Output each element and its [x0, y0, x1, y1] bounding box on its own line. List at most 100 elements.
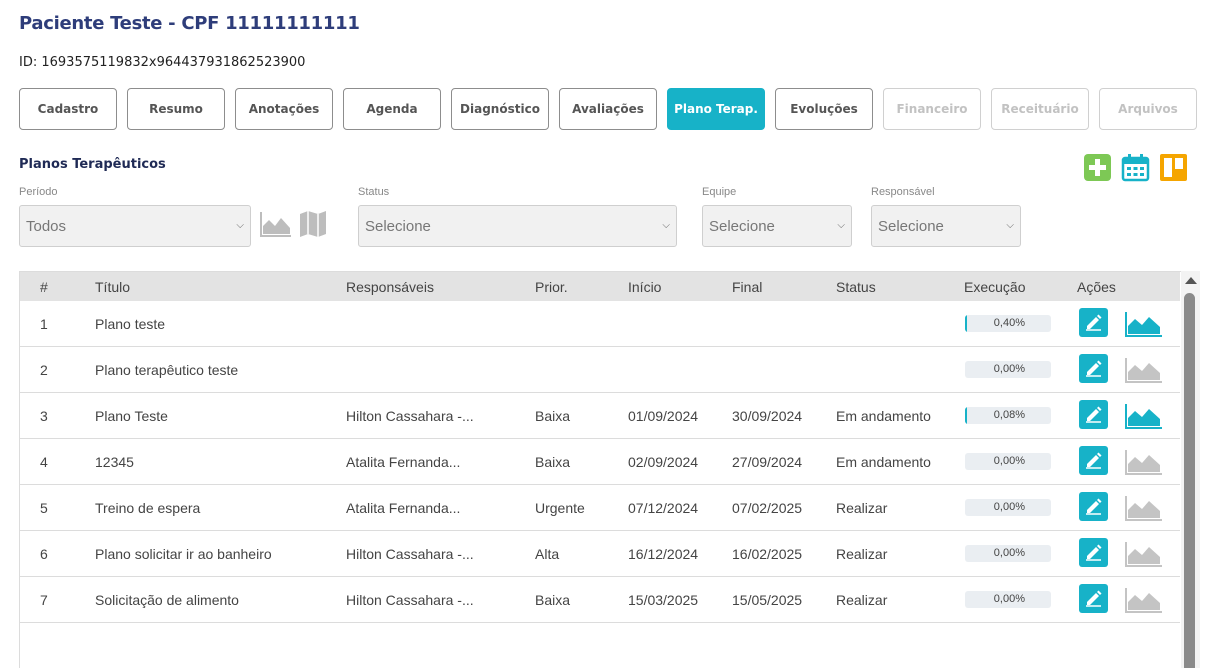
row-number: 5	[40, 500, 48, 516]
tab-cadastro[interactable]: Cadastro	[19, 88, 117, 130]
table-row[interactable]: 4 12345 Atalita Fernanda... Baixa 02/09/2024…	[20, 439, 1180, 485]
execution-progress: 0,00%	[965, 499, 1051, 516]
execution-progress: 0,08%	[965, 407, 1051, 424]
board-icon[interactable]	[1159, 153, 1188, 182]
page-title: Paciente Teste - CPF 11111111111	[19, 13, 360, 34]
tab-plano-terap[interactable]: Plano Terap.	[667, 88, 765, 130]
area-chart-icon[interactable]	[1124, 400, 1164, 430]
patient-id: ID: 1693575119832x964437931862523900	[19, 55, 306, 70]
execution-progress: 0,00%	[965, 361, 1051, 378]
chevron-down-icon: ⌵	[1006, 220, 1014, 231]
progress-fill	[965, 407, 967, 424]
period-label: Período	[19, 186, 58, 198]
row-title: Solicitação de alimento	[95, 592, 239, 608]
col-title: Título	[95, 279, 131, 295]
area-chart-icon[interactable]	[1124, 308, 1164, 338]
tab-agenda[interactable]: Agenda	[343, 88, 441, 130]
table-row[interactable]: 5 Treino de espera Atalita Fernanda... Urge…	[20, 485, 1180, 531]
team-label: Equipe	[702, 186, 737, 198]
team-select[interactable]: Selecione ⌵	[702, 205, 852, 247]
row-responsible: Hilton Cassahara -...	[346, 592, 474, 608]
responsible-select[interactable]: Selecione ⌵	[871, 205, 1021, 247]
col-start: Início	[628, 279, 662, 295]
row-start-date: 01/09/2024	[628, 408, 699, 424]
col-priority: Prior.	[535, 279, 568, 295]
execution-progress: 0,00%	[965, 545, 1051, 562]
plans-table: # Título Responsáveis Prior. Início Fina…	[19, 271, 1200, 668]
scroll-thumb[interactable]	[1184, 293, 1195, 668]
edit-icon[interactable]	[1079, 492, 1108, 521]
calendar-icon[interactable]	[1121, 153, 1150, 182]
row-priority: Baixa	[535, 454, 571, 470]
edit-icon[interactable]	[1079, 538, 1108, 567]
row-title: Plano Teste	[95, 408, 168, 424]
area-chart-icon[interactable]	[1124, 446, 1164, 476]
responsible-select-value: Selecione	[878, 217, 944, 235]
area-chart-icon[interactable]	[1124, 584, 1164, 614]
map-icon[interactable]	[299, 210, 327, 243]
edit-icon[interactable]	[1079, 446, 1108, 475]
area-chart-icon[interactable]	[1124, 538, 1164, 568]
row-number: 3	[40, 408, 48, 424]
area-chart-icon[interactable]	[1124, 354, 1164, 384]
tab-bar: Cadastro Resumo Anotações Agenda Diagnós…	[19, 88, 1197, 130]
table-header: # Título Responsáveis Prior. Início Fina…	[20, 272, 1180, 301]
table-row[interactable]: 2 Plano terapêutico teste 0,00%	[20, 347, 1180, 393]
tab-evolucoes[interactable]: Evoluções	[775, 88, 873, 130]
tab-anotacoes[interactable]: Anotações	[235, 88, 333, 130]
section-actions	[1083, 153, 1188, 182]
tab-financeiro[interactable]: Financeiro	[883, 88, 981, 130]
status-label: Status	[358, 186, 390, 198]
area-chart-icon[interactable]	[1124, 492, 1164, 522]
row-start-date: 15/03/2025	[628, 592, 699, 608]
row-start-date: 02/09/2024	[628, 454, 699, 470]
table-row[interactable]: 6 Plano solicitar ir ao banheiro Hilton Ca…	[20, 531, 1180, 577]
row-end-date: 27/09/2024	[732, 454, 803, 470]
row-number: 4	[40, 454, 48, 470]
period-select[interactable]: Todos ⌵	[19, 205, 251, 247]
tab-arquivos[interactable]: Arquivos	[1099, 88, 1197, 130]
table-scrollbar[interactable]	[1181, 271, 1200, 668]
execution-progress: 0,00%	[965, 591, 1051, 608]
add-icon[interactable]	[1083, 153, 1112, 182]
row-end-date: 30/09/2024	[732, 408, 803, 424]
row-number: 6	[40, 546, 48, 562]
col-number: #	[40, 279, 48, 295]
col-actions: Ações	[1077, 279, 1116, 295]
col-responsible: Responsáveis	[346, 279, 434, 295]
team-select-value: Selecione	[709, 217, 775, 235]
period-view-icons	[259, 210, 327, 243]
section-title: Planos Terapêuticos	[19, 157, 166, 172]
row-number: 1	[40, 316, 48, 332]
status-select-value: Selecione	[365, 217, 431, 235]
row-end-date: 07/02/2025	[732, 500, 803, 516]
tab-avaliacoes[interactable]: Avaliações	[559, 88, 657, 130]
period-select-value: Todos	[26, 217, 67, 235]
tab-diagnostico[interactable]: Diagnóstico	[451, 88, 549, 130]
area-chart-icon[interactable]	[259, 210, 293, 243]
tab-receituario[interactable]: Receituário	[991, 88, 1089, 130]
execution-value: 0,00%	[993, 455, 1025, 467]
execution-value: 0,00%	[993, 547, 1025, 559]
tab-resumo[interactable]: Resumo	[127, 88, 225, 130]
execution-progress: 0,00%	[965, 453, 1051, 470]
execution-value: 0,00%	[993, 593, 1025, 605]
col-end: Final	[732, 279, 763, 295]
execution-value: 0,40%	[993, 317, 1025, 329]
row-end-date: 16/02/2025	[732, 546, 803, 562]
row-status: Realizar	[836, 500, 888, 516]
edit-icon[interactable]	[1079, 354, 1108, 383]
table-row[interactable]: 7 Solicitação de alimento Hilton Cassahara…	[20, 577, 1180, 623]
responsible-label: Responsável	[871, 186, 935, 198]
status-select[interactable]: Selecione ⌵	[358, 205, 677, 247]
row-status: Realizar	[836, 592, 888, 608]
scroll-up-icon[interactable]	[1185, 277, 1197, 284]
edit-icon[interactable]	[1079, 400, 1108, 429]
edit-icon[interactable]	[1079, 584, 1108, 613]
col-status: Status	[836, 279, 876, 295]
execution-progress: 0,40%	[965, 315, 1051, 332]
table-row[interactable]: 1 Plano teste 0,40%	[20, 301, 1180, 347]
table-row[interactable]: 3 Plano Teste Hilton Cassahara -... Baixa 01…	[20, 393, 1180, 439]
row-title: Plano teste	[95, 316, 166, 332]
edit-icon[interactable]	[1079, 308, 1108, 337]
